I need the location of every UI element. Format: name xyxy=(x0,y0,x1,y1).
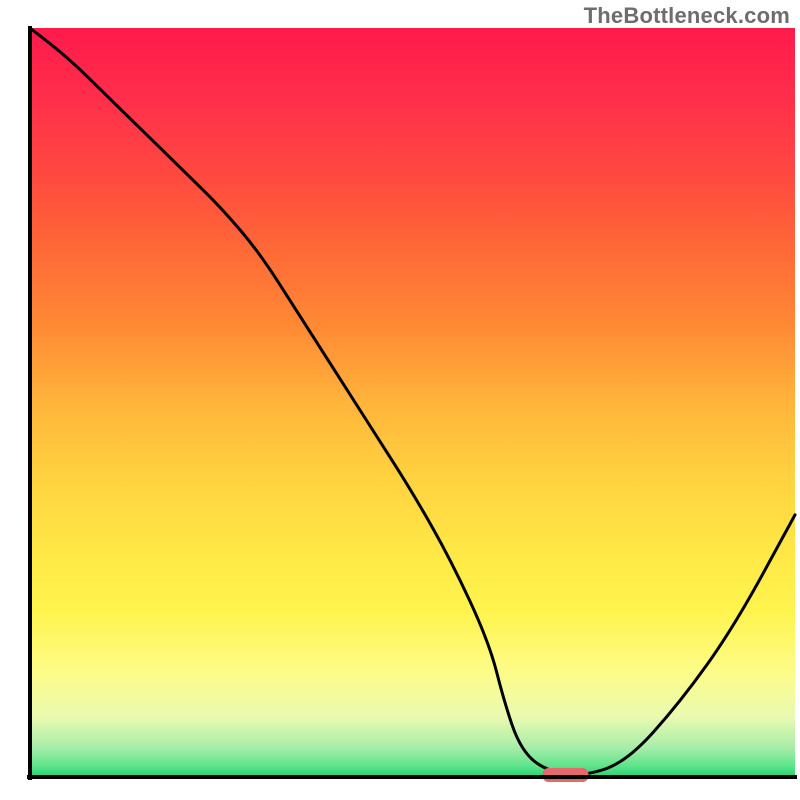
plot-area xyxy=(30,28,795,777)
bottleneck-chart xyxy=(0,0,800,800)
watermark-text: TheBottleneck.com xyxy=(584,3,790,29)
chart-container: TheBottleneck.com xyxy=(0,0,800,800)
